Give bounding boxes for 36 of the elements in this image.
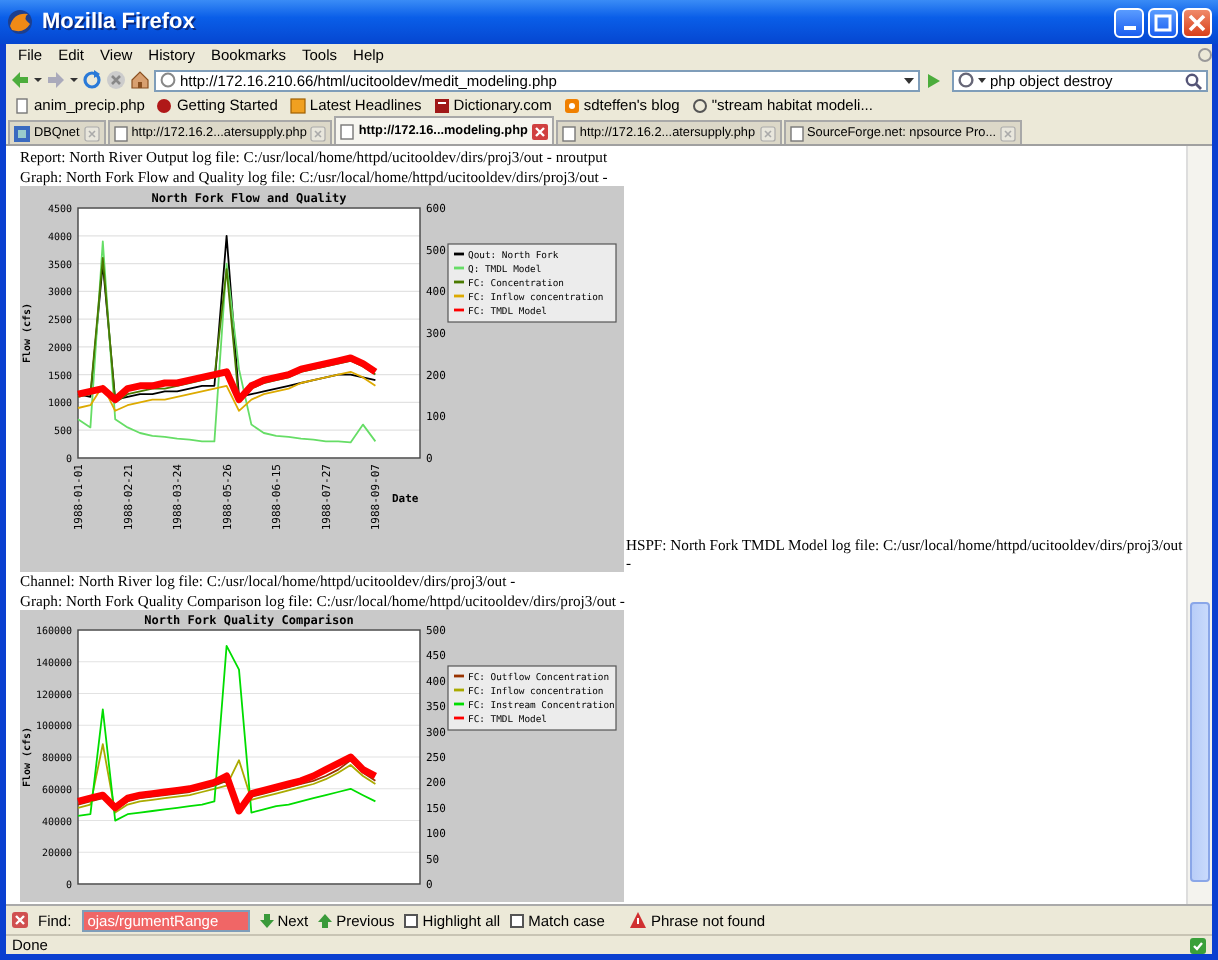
maximize-button[interactable] xyxy=(1148,7,1178,37)
checkbox[interactable] xyxy=(404,913,419,927)
search-icon xyxy=(691,97,708,113)
page-icon xyxy=(113,125,128,141)
scrollbar[interactable] xyxy=(1186,146,1212,904)
search-icon[interactable] xyxy=(1184,71,1202,89)
close-icon xyxy=(1188,13,1206,31)
feed-icon xyxy=(289,97,306,113)
bookmark-icon xyxy=(156,97,173,113)
book-icon xyxy=(433,97,450,113)
window-title: Mozilla Firefox xyxy=(42,10,197,34)
page-icon xyxy=(789,125,804,141)
go-icon[interactable] xyxy=(924,71,942,89)
up-arrow-icon xyxy=(318,913,333,927)
down-arrow-icon xyxy=(259,913,274,927)
maximize-icon xyxy=(1154,13,1172,31)
stop-icon[interactable] xyxy=(106,70,126,90)
page-icon xyxy=(340,123,355,139)
blog-icon xyxy=(563,97,580,113)
minimize-button[interactable] xyxy=(1114,7,1144,37)
search-engine-icon xyxy=(958,72,974,88)
minimize-icon xyxy=(1123,25,1135,29)
scrollbar-thumb[interactable] xyxy=(1190,602,1210,882)
app-icon xyxy=(6,8,34,36)
reload-icon[interactable] xyxy=(82,70,102,90)
check-icon xyxy=(1190,937,1206,953)
page-icon xyxy=(14,97,30,113)
warning-icon xyxy=(630,912,647,928)
home-icon[interactable] xyxy=(130,70,150,90)
checkbox[interactable] xyxy=(510,913,525,927)
page-icon xyxy=(160,72,176,88)
site-icon xyxy=(14,125,30,141)
caret-icon[interactable] xyxy=(904,72,914,88)
throbber-icon xyxy=(1198,48,1212,62)
page-icon xyxy=(561,125,576,141)
close-button[interactable] xyxy=(1182,7,1212,37)
